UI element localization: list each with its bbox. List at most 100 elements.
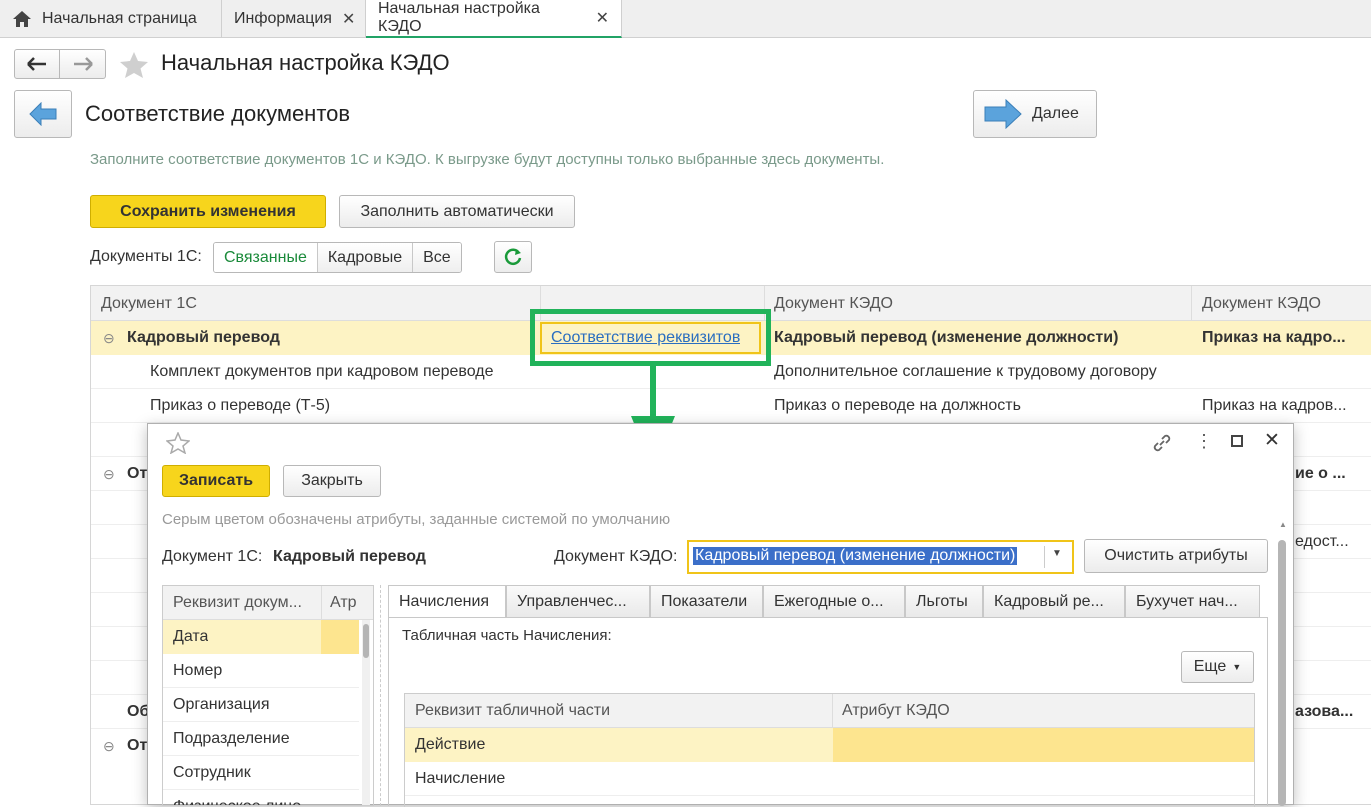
attribute-cell[interactable] [833,728,1254,762]
tab-bar: Начальная страница Информация ✕ Начальна… [0,0,1371,38]
tabular-grid: Реквизит табличной части Атрибут КЭДО Де… [404,693,1255,807]
next-button[interactable]: Далее [973,90,1097,138]
close-icon[interactable]: ✕ [342,9,355,29]
arrow-right-icon [73,57,93,71]
tab-indicators[interactable]: Показатели [650,585,763,617]
window-title: Начальная настройка КЭДО [161,50,450,75]
list-item-label: Организация [173,696,270,713]
list-item[interactable]: Номер [163,654,359,688]
scrollbar-thumb[interactable] [1278,540,1286,806]
list-item[interactable]: Организация [163,688,359,722]
filter-linked[interactable]: Связанные [214,243,318,272]
scrollbar[interactable] [362,620,370,805]
requisite-name: Начисление [415,770,506,787]
tab-label: Начальная настройка КЭДО [378,0,540,35]
forward-button[interactable] [60,49,106,79]
column-header[interactable]: Реквизит табличной части [415,694,610,728]
list-item[interactable]: Физическое лицо [163,790,359,805]
close-icon[interactable]: ✕ [596,8,609,28]
write-button[interactable]: Записать [162,465,270,497]
list-item[interactable]: Дата [163,620,359,654]
arrow-left-icon [29,102,57,126]
kedo-doc: Кадровый перевод (изменение должности) [774,329,1119,346]
column-header[interactable]: Документ 1С [101,286,197,321]
collapse-icon[interactable]: ⊖ [103,729,115,763]
next-label: Далее [1032,105,1079,122]
kedo-doc: Приказ на кадро... [1202,329,1346,346]
kedo-doc: Приказ о переводе на должность [774,397,1021,414]
link-focus-frame [540,322,761,354]
kedo-doc: ие о ... [1295,465,1346,482]
close-icon[interactable]: ✕ [1264,429,1280,452]
grid-header: Реквизит табличной части Атрибут КЭДО [405,694,1254,728]
column-header[interactable]: Документ КЭДО [774,286,893,321]
kedo-doc-value: Кадровый перевод (изменение должности) [693,547,1018,565]
tab-accruals[interactable]: Начисления [388,585,506,617]
list-header: Реквизит докум... Атр [163,586,373,620]
filter-segment: Связанные Кадровые Все [213,242,462,273]
prev-step-button[interactable] [14,90,72,138]
tab-info[interactable]: Информация ✕ [222,0,366,38]
tab-management[interactable]: Управленчес... [506,585,650,617]
tab-accounting[interactable]: Бухучет нач... [1125,585,1260,617]
requisite-name: Действие [415,736,486,753]
tab-hr[interactable]: Кадровый ре... [983,585,1125,617]
arrow-left-icon [27,57,46,71]
favorite-star-icon[interactable] [166,432,190,454]
kedo-doc-select[interactable]: Кадровый перевод (изменение должности) ▼ [687,540,1074,574]
collapse-icon[interactable]: ⊖ [103,321,115,355]
home-icon [13,11,31,27]
close-button[interactable]: Закрыть [283,465,381,497]
scrollbar-thumb[interactable] [363,624,369,658]
filter-hr[interactable]: Кадровые [317,243,414,272]
doc1c-name: Приказ о переводе (Т-5) [150,397,331,414]
doc1c-label: Документ 1С: [162,548,263,565]
scroll-up-icon[interactable]: ▲ [1279,520,1287,529]
arrow-right-icon [984,99,1022,129]
scrollbar[interactable]: ▲ [1276,520,1288,806]
favorite-star-icon[interactable] [119,51,149,79]
requisites-list: Реквизит докум... Атр Дата Номер Организ… [162,585,374,806]
clear-attributes-button[interactable]: Очистить атрибуты [1084,539,1268,573]
link-icon[interactable] [1151,432,1173,454]
splitter[interactable] [380,585,381,806]
column-header[interactable]: Атрибут КЭДО [842,694,950,728]
chevron-down-icon: ▼ [1232,662,1242,672]
autofill-button[interactable]: Заполнить автоматически [339,195,575,228]
column-header[interactable]: Реквизит докум... [173,586,313,620]
doc1c-name: От [127,737,148,754]
refresh-button[interactable] [494,241,532,273]
list-item-label: Дата [173,628,209,645]
chevron-down-icon[interactable]: ▼ [1052,548,1062,559]
kedo-doc: Приказ на кадров... [1202,397,1347,414]
table-row[interactable]: Действие [405,728,1254,762]
maximize-icon[interactable] [1231,435,1243,447]
tab-home[interactable]: Начальная страница [0,0,222,38]
tab-benefits[interactable]: Льготы [905,585,983,617]
column-header[interactable]: Атр [330,586,360,620]
more-button[interactable]: Еще ▼ [1181,651,1254,683]
tab-annual[interactable]: Ежегодные о... [763,585,905,617]
kedo-doc: азова... [1295,703,1354,720]
more-menu-icon[interactable]: ⋮ [1195,431,1213,452]
kedo-doc: Дополнительное соглашение к трудовому до… [774,363,1157,380]
tab-kedo-setup[interactable]: Начальная настройка КЭДО ✕ [366,0,622,38]
dialog-hint: Серым цветом обозначены атрибуты, заданн… [162,511,671,528]
list-item[interactable]: Подразделение [163,722,359,756]
collapse-icon[interactable]: ⊖ [103,457,115,491]
tab-label: Информация [234,10,332,27]
page-hint: Заполните соответствие документов 1С и К… [90,151,885,168]
tab-panel: Табличная часть Начисления: Еще ▼ Реквиз… [388,617,1268,807]
filter-all[interactable]: Все [413,243,461,272]
list-item-label: Сотрудник [173,764,251,781]
save-changes-button[interactable]: Сохранить изменения [90,195,326,228]
column-header[interactable]: Документ КЭДО [1202,286,1321,321]
table-row[interactable]: Приказ о переводе (Т-5) Приказ о перевод… [91,389,1371,423]
list-item[interactable]: Сотрудник [163,756,359,790]
back-button[interactable] [14,49,60,79]
table-row[interactable]: Начисление [405,762,1254,796]
tab-label: Начальная страница [42,10,197,27]
kedo-doc: едост... [1295,533,1349,550]
refresh-icon [504,248,522,265]
inner-tabs: Начисления Управленчес... Показатели Еже… [388,585,1268,617]
